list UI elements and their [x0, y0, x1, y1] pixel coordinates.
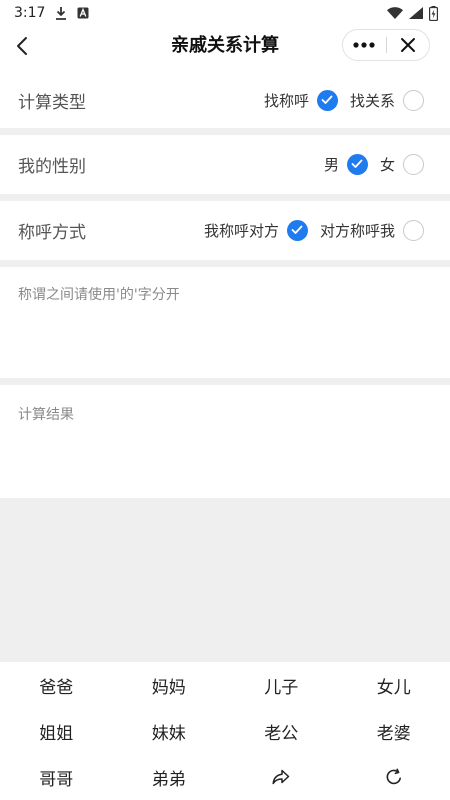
radio-checked-icon[interactable] [346, 153, 368, 175]
input-placeholder: 称谓之间请使用'的'字分开 [18, 287, 180, 303]
option-label: 女 [379, 155, 395, 174]
relation-input[interactable]: 称谓之间请使用'的'字分开 [0, 272, 450, 378]
radio-unchecked-icon[interactable] [403, 89, 424, 111]
miniprogram-capsule [342, 29, 430, 61]
key-mom[interactable]: 妈妈 [113, 662, 226, 708]
radio-checked-icon[interactable] [286, 219, 308, 241]
option-label: 男 [323, 155, 339, 174]
key-older-sister[interactable]: 姐姐 [0, 708, 113, 754]
status-time: 3:17 [14, 5, 46, 21]
more-button[interactable] [343, 29, 386, 61]
option-find-relation[interactable]: 找关系 [349, 89, 424, 111]
key-son[interactable]: 儿子 [225, 662, 338, 708]
relation-keyboard: 爸爸 妈妈 儿子 女儿 姐姐 妹妹 老公 老婆 哥哥 弟弟 [0, 662, 450, 800]
section-divider [0, 378, 450, 385]
radio-checked-icon[interactable] [316, 89, 338, 111]
key-daughter[interactable]: 女儿 [338, 662, 450, 708]
key-older-brother[interactable]: 哥哥 [0, 754, 113, 800]
option-female[interactable]: 女 [379, 153, 424, 175]
option-they-call-me[interactable]: 对方称呼我 [319, 219, 424, 241]
download-icon [55, 6, 67, 20]
option-i-call-them[interactable]: 我称呼对方 [203, 219, 308, 241]
key-younger-brother[interactable]: 弟弟 [113, 754, 226, 800]
status-bar: 3:17 [0, 0, 450, 26]
nav-bar: 亲戚关系计算 [0, 26, 450, 66]
radio-unchecked-icon[interactable] [403, 219, 424, 241]
battery-charging-icon [429, 5, 438, 21]
option-male[interactable]: 男 [323, 153, 368, 175]
empty-space [0, 498, 450, 662]
option-find-title[interactable]: 找称呼 [263, 89, 338, 111]
share-icon [272, 769, 290, 785]
result-placeholder: 计算结果 [18, 407, 74, 423]
gender-label: 我的性别 [18, 156, 86, 177]
close-icon [400, 38, 415, 52]
radio-unchecked-icon[interactable] [403, 153, 424, 175]
option-label: 对方称呼我 [319, 221, 395, 240]
close-button[interactable] [386, 29, 429, 61]
calc-type-label: 计算类型 [18, 92, 86, 113]
cell-signal-icon [409, 7, 423, 19]
section-divider [0, 128, 450, 135]
section-divider [0, 260, 450, 267]
result-area: 计算结果 [0, 392, 450, 498]
more-dots-icon [353, 42, 375, 48]
key-younger-sister[interactable]: 妹妹 [113, 708, 226, 754]
back-button[interactable] [6, 28, 38, 64]
call-mode-label: 称呼方式 [18, 222, 86, 243]
wifi-icon [387, 7, 403, 19]
call-mode-row: 称呼方式 我称呼对方 对方称呼我 [0, 202, 450, 258]
section-divider [0, 194, 450, 201]
key-dad[interactable]: 爸爸 [0, 662, 113, 708]
key-wife[interactable]: 老婆 [338, 708, 450, 754]
share-key[interactable] [225, 754, 338, 800]
key-husband[interactable]: 老公 [225, 708, 338, 754]
font-a-icon [77, 7, 89, 19]
calc-type-row: 计算类型 找称呼 找关系 [0, 72, 450, 128]
back-arrow-icon [17, 37, 27, 55]
refresh-icon [386, 768, 401, 785]
option-label: 找称呼 [263, 91, 309, 110]
refresh-key[interactable] [338, 754, 450, 800]
option-label: 我称呼对方 [203, 221, 279, 240]
option-label: 找关系 [349, 91, 395, 110]
gender-row: 我的性别 男 女 [0, 136, 450, 192]
